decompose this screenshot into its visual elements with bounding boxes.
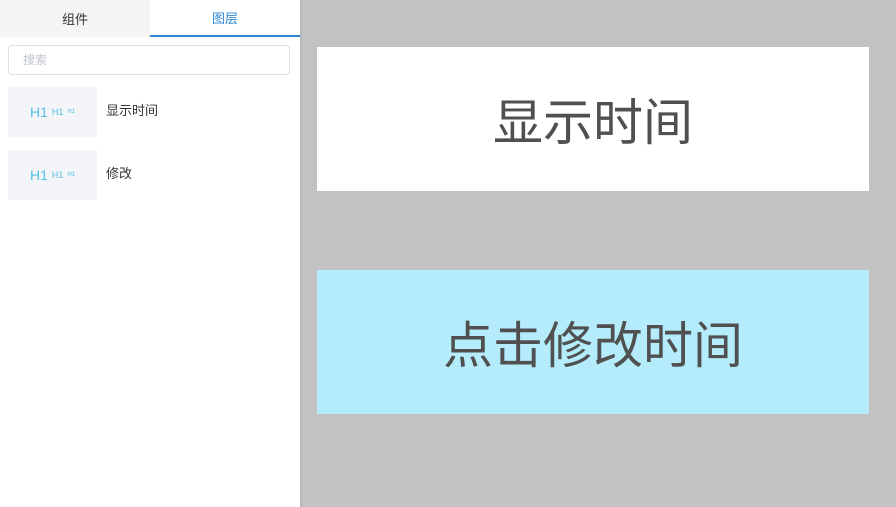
- heading-thumbnail-icon: H1 H1 H1: [8, 87, 97, 137]
- search-input[interactable]: [8, 45, 290, 75]
- thumb-h1-small: H1: [67, 172, 76, 178]
- layer-item-show-time[interactable]: H1 H1 H1 显示时间: [8, 87, 292, 137]
- thumb-h1-medium: H1: [51, 170, 64, 180]
- tab-components[interactable]: 组件: [0, 0, 150, 37]
- thumb-h1-small: H1: [67, 109, 76, 115]
- heading-thumbnail-icon: H1 H1 H1: [8, 150, 97, 200]
- time-display[interactable]: 显示时间: [317, 47, 869, 191]
- panel-tabs: 组件 图层: [0, 0, 300, 37]
- thumb-h1-large: H1: [29, 167, 48, 183]
- layer-panel: 组件 图层 H1 H1 H1 显示时间 H1 H1 H1 修改: [0, 0, 300, 507]
- thumb-h1-large: H1: [29, 104, 48, 120]
- layer-label: 显示时间: [106, 104, 159, 119]
- layer-item-modify[interactable]: H1 H1 H1 修改: [8, 150, 292, 200]
- modify-time-button[interactable]: 点击修改时间: [317, 270, 869, 414]
- layer-label: 修改: [106, 167, 133, 182]
- thumb-h1-medium: H1: [51, 107, 64, 117]
- design-canvas: 显示时间 点击修改时间: [302, 0, 896, 507]
- tab-layers[interactable]: 图层: [150, 0, 300, 37]
